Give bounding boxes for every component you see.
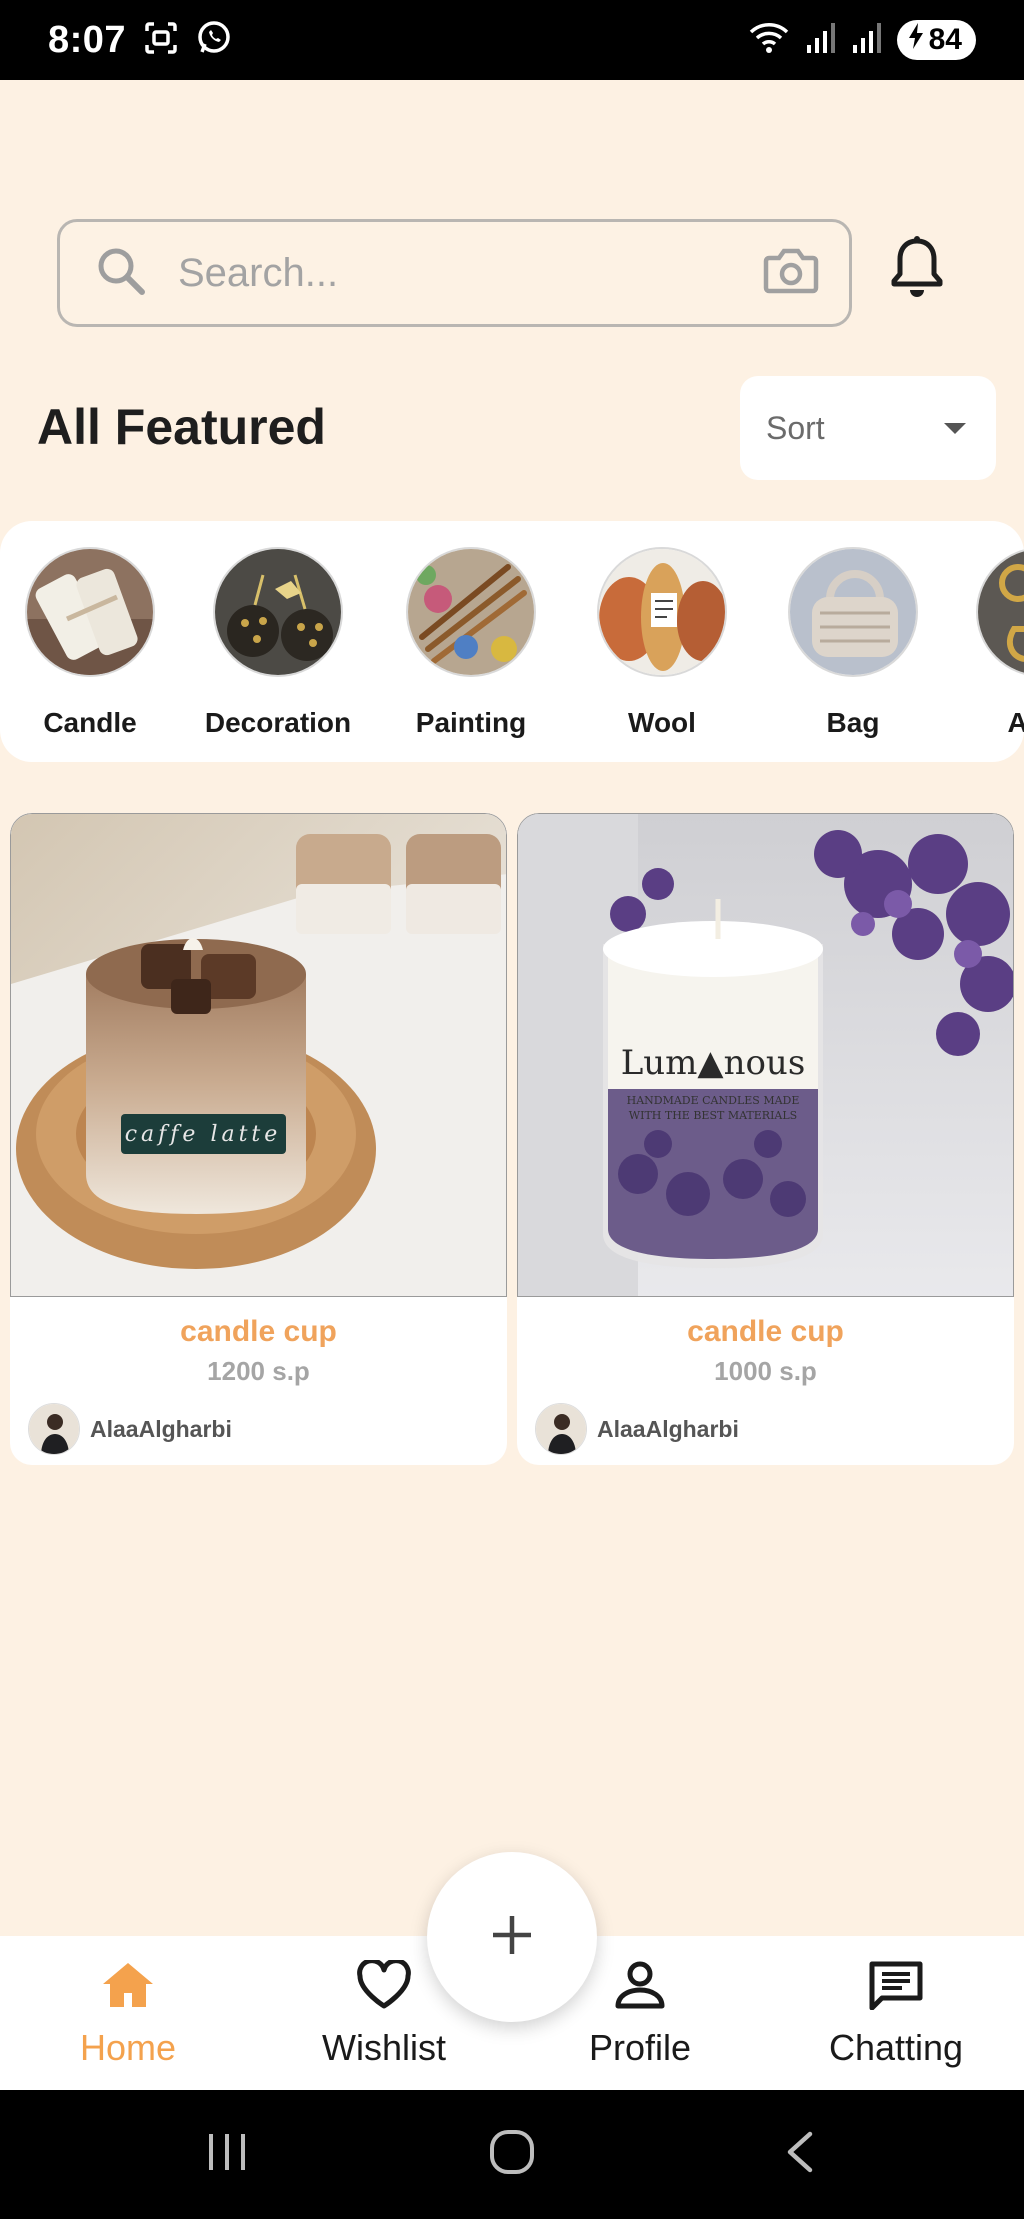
product-image: caffe latte — [10, 813, 507, 1297]
status-bar: 8:07 84 — [0, 0, 1024, 80]
category-label: Acce — [1007, 707, 1024, 738]
sort-dropdown[interactable]: Sort — [740, 376, 996, 480]
category-wool[interactable]: Wool — [567, 547, 757, 739]
notification-bell-icon[interactable] — [884, 228, 950, 308]
seller-info[interactable]: AlaaAlgharbi — [28, 1403, 232, 1455]
status-left: 8:07 — [48, 19, 232, 62]
recent-apps-icon[interactable] — [205, 2130, 249, 2179]
product-image: Lum▲nous HANDMADE CANDLES MADE WITH THE … — [517, 813, 1014, 1297]
nav-label: Wishlist — [322, 2027, 446, 2068]
nav-label: Profile — [588, 2027, 692, 2068]
category-image-wool — [597, 547, 727, 677]
product-price: 1200 s.p — [207, 1356, 310, 1386]
seller-name: AlaaAlgharbi — [90, 1415, 232, 1442]
category-label: Wool — [628, 707, 696, 738]
category-candle[interactable]: Candle — [0, 547, 185, 739]
back-icon[interactable] — [780, 2130, 820, 2179]
battery-level: 84 — [928, 23, 962, 56]
add-product-button[interactable] — [427, 1852, 597, 2022]
seller-info[interactable]: AlaaAlgharbi — [535, 1403, 739, 1455]
battery-charging-icon — [907, 22, 925, 58]
search-icon — [94, 244, 148, 303]
category-label: Bag — [826, 707, 880, 738]
nav-label: Chatting — [828, 2027, 964, 2068]
svg-text:HANDMADE CANDLES MADE: HANDMADE CANDLES MADE — [627, 1094, 800, 1107]
battery-indicator: 84 — [896, 20, 976, 60]
nav-chatting[interactable]: Chatting — [786, 1960, 1006, 2069]
whatsapp-icon — [196, 20, 232, 61]
camera-icon[interactable] — [763, 246, 819, 301]
search-bar[interactable] — [57, 219, 852, 327]
svg-text:caffe latte: caffe latte — [125, 1122, 282, 1147]
home-icon — [100, 1960, 156, 2015]
category-strip[interactable]: Candle Decoration Painting Wool Bag Acce — [0, 521, 1024, 762]
category-image-accessories — [976, 547, 1024, 677]
sort-label: Sort — [766, 409, 825, 446]
chevron-down-icon — [944, 422, 966, 434]
svg-text:WITH THE BEST MATERIALS: WITH THE BEST MATERIALS — [629, 1109, 797, 1122]
screenshot-icon — [144, 21, 178, 60]
category-accessories[interactable]: Acce — [946, 547, 1024, 739]
person-icon — [612, 1960, 668, 2015]
category-label: Decoration — [204, 707, 352, 738]
seller-name: AlaaAlgharbi — [597, 1415, 739, 1442]
status-time: 8:07 — [48, 18, 127, 61]
wifi-icon — [747, 20, 791, 61]
category-label: Painting — [415, 707, 527, 738]
nav-home[interactable]: Home — [18, 1960, 238, 2069]
product-name: candle cup — [687, 1315, 844, 1348]
search-input[interactable] — [178, 250, 763, 296]
category-decoration[interactable]: Decoration — [183, 547, 373, 739]
category-image-decoration — [213, 547, 343, 677]
product-card[interactable]: caffe latte candle cup 1200 s.p AlaaAlgh… — [10, 813, 507, 1465]
product-name: candle cup — [180, 1315, 337, 1348]
nav-label: Home — [79, 2027, 177, 2068]
page-title: All Featured — [37, 399, 326, 455]
category-image-bag — [788, 547, 918, 677]
avatar — [28, 1403, 80, 1455]
svg-text:Lum▲nous: Lum▲nous — [621, 1043, 806, 1083]
avatar — [535, 1403, 587, 1455]
category-painting[interactable]: Painting — [376, 547, 566, 739]
category-image-painting — [406, 547, 536, 677]
category-label: Candle — [43, 707, 137, 738]
category-bag[interactable]: Bag — [758, 547, 948, 739]
category-image-candle — [25, 547, 155, 677]
chat-icon — [868, 1960, 924, 2015]
home-button-icon[interactable] — [488, 2128, 536, 2181]
system-navigation-bar — [0, 2090, 1024, 2219]
signal-icon — [805, 21, 837, 60]
product-price: 1000 s.p — [714, 1356, 817, 1386]
signal-icon — [851, 21, 883, 60]
status-right: 84 — [747, 20, 976, 61]
heart-icon — [356, 1958, 412, 2015]
plus-icon — [490, 1913, 534, 1962]
product-card[interactable]: Lum▲nous HANDMADE CANDLES MADE WITH THE … — [517, 813, 1014, 1465]
